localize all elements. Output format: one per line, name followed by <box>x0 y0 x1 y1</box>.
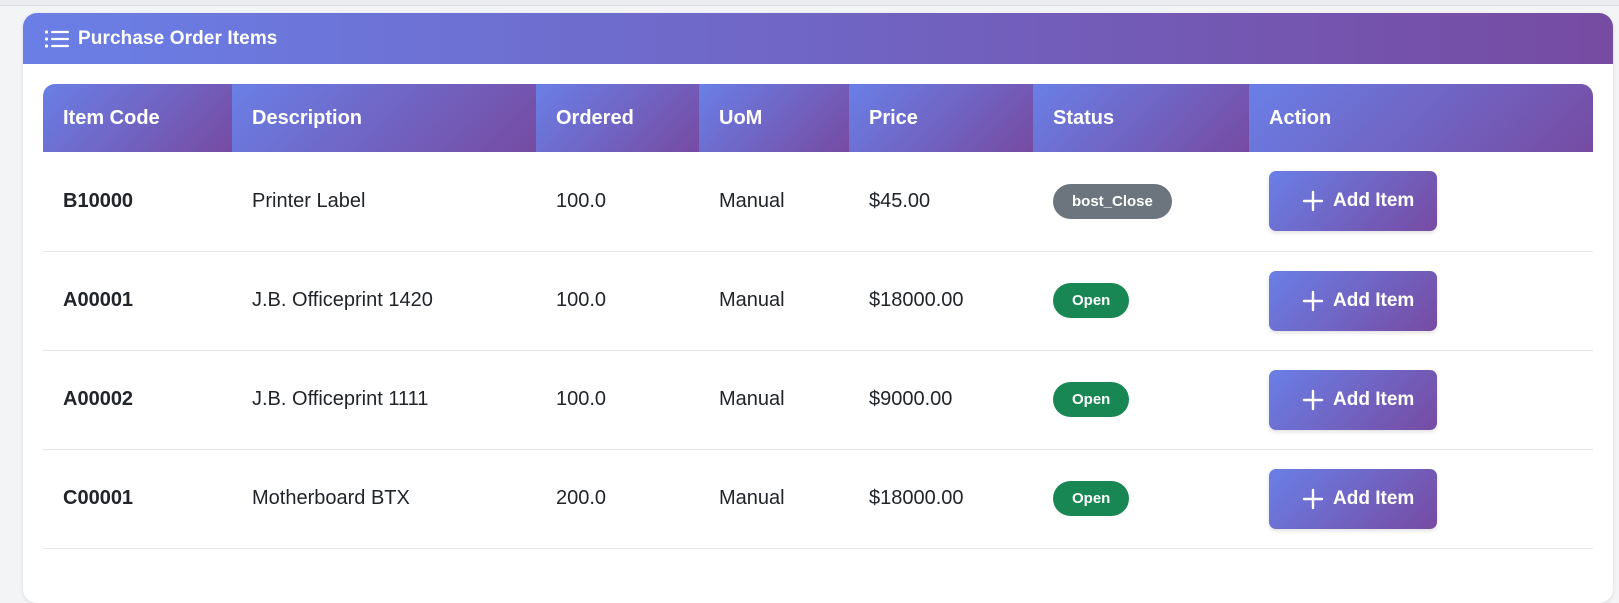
add-item-button[interactable]: Add Item <box>1269 270 1437 331</box>
price-cell: $45.00 <box>849 152 1033 252</box>
item-code-cell: A00001 <box>43 251 232 351</box>
add-item-label: Add Item <box>1333 289 1415 311</box>
column-header-action: Action <box>1249 84 1593 152</box>
column-header-ordered: Ordered <box>536 84 699 152</box>
purchase-order-items-table: Item Code Description Ordered UoM Price … <box>43 84 1593 549</box>
status-cell: bost_Close <box>1033 152 1249 252</box>
action-cell: Add Item <box>1249 350 1593 450</box>
card-header: Purchase Order Items <box>23 13 1613 64</box>
add-item-button[interactable]: Add Item <box>1269 369 1437 430</box>
add-item-button[interactable]: Add Item <box>1269 171 1437 232</box>
purchase-order-items-card: Purchase Order Items Item Code Descripti… <box>23 13 1613 603</box>
window-top-edge <box>0 0 1619 6</box>
uom-cell: Manual <box>699 152 849 252</box>
status-badge: Open <box>1053 382 1130 417</box>
ordered-cell: 200.0 <box>536 449 699 549</box>
status-cell: Open <box>1033 449 1249 549</box>
plus-icon <box>1302 389 1324 411</box>
description-cell: Printer Label <box>232 152 536 252</box>
table-row: A00002 J.B. Officeprint 1111 100.0 Manua… <box>43 350 1593 450</box>
list-icon <box>44 28 70 50</box>
uom-cell: Manual <box>699 251 849 351</box>
add-item-button[interactable]: Add Item <box>1269 468 1437 529</box>
action-cell: Add Item <box>1249 251 1593 351</box>
card-title: Purchase Order Items <box>78 27 278 49</box>
items-table-wrapper: Item Code Description Ordered UoM Price … <box>43 84 1593 549</box>
column-header-item-code: Item Code <box>43 84 232 152</box>
table-row: A00001 J.B. Officeprint 1420 100.0 Manua… <box>43 251 1593 351</box>
status-cell: Open <box>1033 350 1249 450</box>
status-badge: Open <box>1053 481 1130 516</box>
description-cell: Motherboard BTX <box>232 449 536 549</box>
description-cell: J.B. Officeprint 1111 <box>232 350 536 450</box>
item-code-cell: C00001 <box>43 449 232 549</box>
plus-icon <box>1302 190 1324 212</box>
uom-cell: Manual <box>699 449 849 549</box>
item-code-cell: B10000 <box>43 152 232 252</box>
ordered-cell: 100.0 <box>536 350 699 450</box>
action-cell: Add Item <box>1249 152 1593 252</box>
table-row: B10000 Printer Label 100.0 Manual $45.00… <box>43 152 1593 252</box>
table-header-row: Item Code Description Ordered UoM Price … <box>43 84 1593 152</box>
ordered-cell: 100.0 <box>536 251 699 351</box>
status-cell: Open <box>1033 251 1249 351</box>
price-cell: $18000.00 <box>849 449 1033 549</box>
add-item-label: Add Item <box>1333 388 1415 410</box>
uom-cell: Manual <box>699 350 849 450</box>
column-header-uom: UoM <box>699 84 849 152</box>
add-item-label: Add Item <box>1333 190 1415 212</box>
plus-icon <box>1302 290 1324 312</box>
description-cell: J.B. Officeprint 1420 <box>232 251 536 351</box>
add-item-label: Add Item <box>1333 487 1415 509</box>
status-badge: Open <box>1053 283 1130 318</box>
table-body: B10000 Printer Label 100.0 Manual $45.00… <box>43 152 1593 549</box>
price-cell: $9000.00 <box>849 350 1033 450</box>
table-row: C00001 Motherboard BTX 200.0 Manual $180… <box>43 449 1593 549</box>
ordered-cell: 100.0 <box>536 152 699 252</box>
plus-icon <box>1302 488 1324 510</box>
column-header-description: Description <box>232 84 536 152</box>
status-badge: bost_Close <box>1053 183 1172 219</box>
action-cell: Add Item <box>1249 449 1593 549</box>
column-header-status: Status <box>1033 84 1249 152</box>
price-cell: $18000.00 <box>849 251 1033 351</box>
column-header-price: Price <box>849 84 1033 152</box>
item-code-cell: A00002 <box>43 350 232 450</box>
